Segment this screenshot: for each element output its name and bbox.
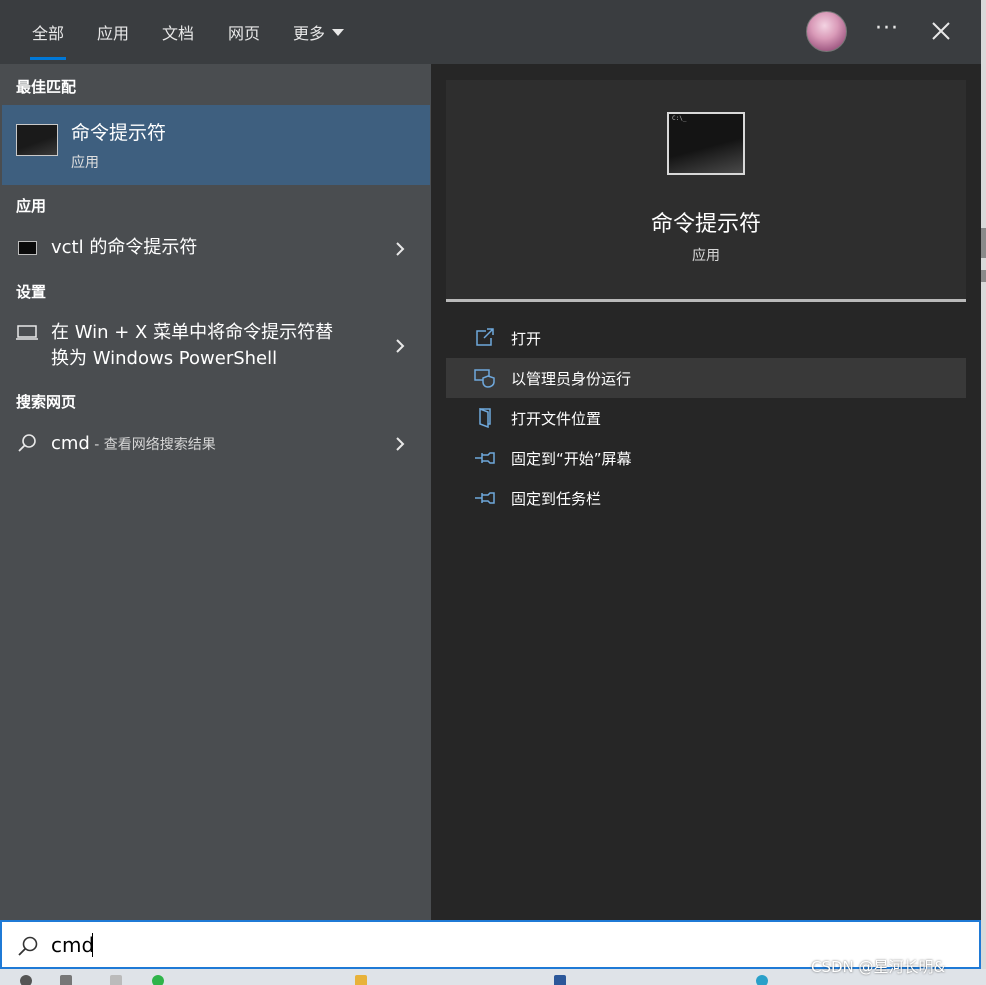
chevron-right-icon[interactable] — [394, 338, 406, 354]
scrollbar-thumb[interactable] — [981, 228, 986, 258]
search-header-bar: 全部 应用 文档 网页 更多 ··· — [0, 0, 981, 64]
scrollbar[interactable] — [981, 0, 986, 985]
pin-icon — [475, 492, 495, 504]
action-open[interactable]: 打开 — [446, 318, 966, 358]
action-label: 打开文件位置 — [511, 410, 602, 428]
list-item-vctl-cmd[interactable]: vctl 的命令提示符 — [0, 230, 431, 268]
preview-title: 命令提示符 — [650, 212, 761, 237]
search-icon — [18, 936, 38, 956]
list-item-label: vctl 的命令提示符 — [51, 237, 198, 258]
action-pin-to-taskbar[interactable]: 固定到任务栏 — [446, 478, 966, 518]
action-label: 固定到任务栏 — [511, 490, 602, 508]
settings-heading: 设置 — [16, 283, 47, 301]
tab-more[interactable]: 更多 — [293, 20, 345, 44]
ellipsis-icon[interactable]: ··· — [875, 16, 899, 41]
tab-more-label: 更多 — [293, 24, 326, 43]
setting-label-line2: 换为 Windows PowerShell — [51, 348, 278, 369]
command-prompt-icon — [16, 124, 58, 156]
list-item-web-search[interactable]: cmd - 查看网络搜索结果 — [0, 425, 431, 463]
wechat-icon[interactable] — [152, 975, 164, 985]
text-caret — [92, 933, 93, 957]
shield-icon — [474, 369, 495, 388]
command-prompt-icon — [667, 112, 745, 175]
action-run-as-admin[interactable]: 以管理员身份运行 — [446, 358, 966, 398]
chevron-right-icon[interactable] — [394, 241, 406, 257]
preview-subtitle: 应用 — [692, 248, 720, 264]
divider — [446, 299, 966, 302]
action-open-file-location[interactable]: 打开文件位置 — [446, 398, 966, 438]
search-icon[interactable] — [20, 975, 32, 985]
results-panel: 最佳匹配 命令提示符 应用 应用 vctl 的命令提示符 设置 在 Win + … — [0, 64, 431, 920]
tab-all[interactable]: 全部 — [29, 20, 67, 60]
action-pin-to-start[interactable]: 固定到“开始”屏幕 — [446, 438, 966, 478]
tab-documents[interactable]: 文档 — [162, 20, 194, 44]
chevron-right-icon[interactable] — [394, 436, 406, 452]
action-label: 固定到“开始”屏幕 — [511, 450, 632, 468]
web-query: cmd — [51, 433, 90, 454]
file-icon[interactable] — [110, 975, 122, 985]
scrollbar-thumb[interactable] — [981, 270, 986, 282]
web-query-suffix: - 查看网络搜索结果 — [89, 437, 216, 453]
list-item-powershell-setting[interactable]: 在 Win + X 菜单中将命令提示符替 换为 Windows PowerShe… — [0, 316, 431, 374]
folder-icon[interactable] — [355, 975, 367, 985]
apps-heading: 应用 — [16, 197, 47, 215]
tab-apps[interactable]: 应用 — [97, 20, 129, 44]
task-view-icon[interactable] — [60, 975, 72, 985]
setting-label-line1: 在 Win + X 菜单中将命令提示符替 — [51, 322, 334, 343]
tab-web[interactable]: 网页 — [228, 20, 260, 44]
best-match-subtitle: 应用 — [71, 155, 99, 171]
browser-icon[interactable] — [756, 975, 768, 985]
best-match-item[interactable]: 命令提示符 应用 — [2, 105, 430, 185]
watermark: CSDN @星河长明& — [811, 958, 946, 976]
pin-icon — [475, 452, 495, 464]
search-icon — [18, 434, 36, 452]
web-search-heading: 搜索网页 — [16, 393, 77, 411]
avatar[interactable] — [806, 11, 847, 52]
best-match-heading: 最佳匹配 — [16, 78, 77, 96]
file-location-icon — [479, 408, 491, 428]
open-icon — [476, 328, 494, 346]
word-icon[interactable] — [554, 975, 566, 985]
close-icon[interactable] — [930, 20, 952, 42]
command-prompt-icon — [18, 241, 37, 255]
preview-panel: 命令提示符 应用 打开 以管理员身份运行 打开文件位置 — [431, 64, 981, 920]
action-list: 打开 以管理员身份运行 打开文件位置 固定到“开始”屏幕 固定到任务栏 — [446, 318, 966, 518]
action-label: 打开 — [511, 330, 542, 348]
best-match-title: 命令提示符 — [71, 122, 167, 144]
chevron-down-icon — [332, 29, 345, 36]
action-label: 以管理员身份运行 — [511, 370, 632, 388]
preview-card: 命令提示符 应用 — [446, 80, 966, 300]
laptop-icon — [16, 325, 38, 340]
search-input[interactable] — [51, 931, 951, 959]
